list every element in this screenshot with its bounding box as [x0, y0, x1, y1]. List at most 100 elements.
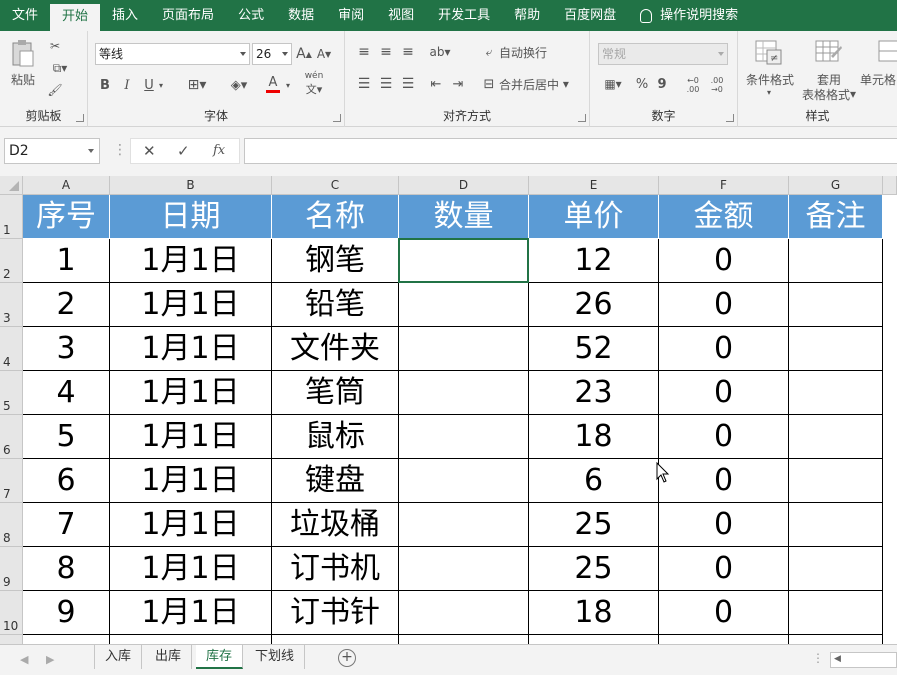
header-cell[interactable]: 日期 — [110, 195, 272, 239]
table-cell[interactable]: 52 — [529, 327, 659, 371]
column-header[interactable]: F — [659, 176, 789, 195]
cell-styles-button[interactable]: 单元格 — [860, 71, 897, 87]
table-cell[interactable]: 0 — [659, 415, 789, 459]
table-cell[interactable]: 文件夹 — [272, 327, 399, 371]
table-cell[interactable] — [399, 459, 529, 503]
column-header[interactable]: G — [789, 176, 883, 195]
header-cell[interactable]: 备注 — [789, 195, 883, 239]
phonetic-icon[interactable]: wén 文▾ — [302, 71, 326, 96]
table-cell[interactable] — [789, 503, 883, 547]
table-cell[interactable]: 18 — [529, 415, 659, 459]
row-header[interactable]: 6 — [0, 415, 23, 459]
copy-icon[interactable]: ⧉▾ — [46, 59, 74, 77]
top-align-icon[interactable]: ≡ — [355, 43, 373, 61]
number-format-combo[interactable]: 常规 — [598, 43, 728, 65]
paste-label[interactable]: 粘贴 — [6, 71, 40, 87]
scroll-left-icon[interactable]: ◀ — [834, 654, 841, 664]
table-cell[interactable] — [789, 415, 883, 459]
table-cell[interactable]: 0 — [659, 371, 789, 415]
table-cell[interactable] — [789, 327, 883, 371]
table-cell[interactable]: 1月1日 — [110, 415, 272, 459]
cell-styles-icon[interactable] — [876, 39, 897, 67]
table-cell[interactable]: 钢笔 — [272, 239, 399, 283]
next-sheet-icon[interactable]: ▶ — [46, 653, 54, 666]
ribbon-tab[interactable]: 帮助 — [502, 0, 552, 31]
table-cell[interactable] — [399, 283, 529, 327]
table-cell[interactable] — [789, 239, 883, 283]
column-header[interactable]: B — [110, 176, 272, 195]
table-cell[interactable]: 12 — [529, 239, 659, 283]
row-header[interactable]: 3 — [0, 283, 23, 327]
wrap-text-button[interactable]: 自动换行 — [499, 43, 555, 61]
row-header[interactable]: 5 — [0, 371, 23, 415]
table-cell[interactable]: 9 — [23, 591, 110, 635]
row-header[interactable]: 7 — [0, 459, 23, 503]
table-cell[interactable]: 0 — [659, 327, 789, 371]
name-box[interactable]: D2 — [4, 138, 100, 164]
enter-icon[interactable]: ✓ — [177, 142, 190, 160]
ribbon-tab[interactable]: 公式 — [226, 0, 276, 31]
table-cell[interactable]: 23 — [529, 371, 659, 415]
table-cell[interactable]: 0 — [659, 503, 789, 547]
fill-color-icon[interactable]: ◈▾ — [226, 75, 252, 95]
table-cell[interactable]: 5 — [23, 415, 110, 459]
table-cell[interactable]: 4 — [23, 371, 110, 415]
ribbon-tab[interactable]: 开发工具 — [426, 0, 502, 31]
grow-font-icon[interactable]: A ▲ — [296, 44, 312, 64]
table-cell[interactable]: 1月1日 — [110, 371, 272, 415]
comma-style-button[interactable]: 9 — [654, 75, 670, 93]
decrease-indent-icon[interactable]: ⇤ — [427, 75, 445, 93]
table-cell[interactable]: 1月1日 — [110, 327, 272, 371]
ribbon-tab[interactable]: 开始 — [50, 4, 101, 31]
table-cell[interactable]: 1月1日 — [110, 547, 272, 591]
select-all-corner[interactable] — [0, 176, 23, 195]
table-cell[interactable]: 0 — [659, 591, 789, 635]
font-size-combo[interactable]: 26 — [252, 43, 292, 65]
column-header[interactable]: D — [399, 176, 529, 195]
header-cell[interactable]: 名称 — [272, 195, 399, 239]
header-cell[interactable]: 金额 — [659, 195, 789, 239]
table-cell[interactable]: 7 — [23, 503, 110, 547]
table-cell[interactable]: 8 — [23, 547, 110, 591]
table-cell[interactable]: 0 — [659, 459, 789, 503]
wrap-text-icon[interactable]: ⤶ — [481, 43, 497, 61]
column-header[interactable]: A — [23, 176, 110, 195]
table-cell[interactable] — [789, 283, 883, 327]
increase-decimal-button[interactable]: ←0 .00 — [682, 75, 704, 95]
row-header[interactable]: 1 — [0, 195, 23, 239]
merge-icon[interactable]: ⊟ — [481, 75, 497, 93]
table-cell[interactable]: 键盘 — [272, 459, 399, 503]
header-cell[interactable]: 序号 — [23, 195, 110, 239]
align-left-icon[interactable]: ☰ — [355, 75, 373, 93]
table-cell[interactable]: 1 — [23, 239, 110, 283]
row-header[interactable]: 10 — [0, 591, 23, 635]
table-cell[interactable]: 1月1日 — [110, 283, 272, 327]
italic-button[interactable]: I — [120, 75, 134, 95]
ribbon-tab[interactable]: 视图 — [376, 0, 426, 31]
row-header[interactable]: 9 — [0, 547, 23, 591]
align-center-icon[interactable]: ☰ — [377, 75, 395, 93]
font-launcher-icon[interactable] — [333, 114, 341, 122]
middle-align-icon[interactable]: ≡ — [377, 43, 395, 61]
sheet-tab[interactable]: 下划线 — [245, 645, 306, 669]
align-right-icon[interactable]: ☰ — [399, 75, 417, 93]
sheet-tab[interactable]: 库存 — [196, 645, 244, 669]
table-cell[interactable]: 0 — [659, 239, 789, 283]
table-cell[interactable] — [399, 327, 529, 371]
row-header[interactable]: 2 — [0, 239, 23, 283]
table-cell[interactable]: 0 — [659, 283, 789, 327]
table-cell[interactable] — [789, 547, 883, 591]
ribbon-tab[interactable]: 审阅 — [326, 0, 376, 31]
column-header[interactable]: C — [272, 176, 399, 195]
horizontal-scrollbar[interactable]: ◀ — [830, 652, 897, 668]
table-cell[interactable]: 笔筒 — [272, 371, 399, 415]
prev-sheet-icon[interactable]: ◀ — [20, 653, 28, 666]
table-cell[interactable]: 0 — [659, 547, 789, 591]
decrease-decimal-button[interactable]: .00 →0 — [706, 75, 728, 95]
table-cell[interactable]: 6 — [23, 459, 110, 503]
table-cell[interactable]: 订书机 — [272, 547, 399, 591]
font-color-icon[interactable]: A — [260, 73, 286, 95]
table-cell[interactable]: 26 — [529, 283, 659, 327]
formula-input[interactable] — [244, 138, 897, 164]
table-cell[interactable]: 铅笔 — [272, 283, 399, 327]
